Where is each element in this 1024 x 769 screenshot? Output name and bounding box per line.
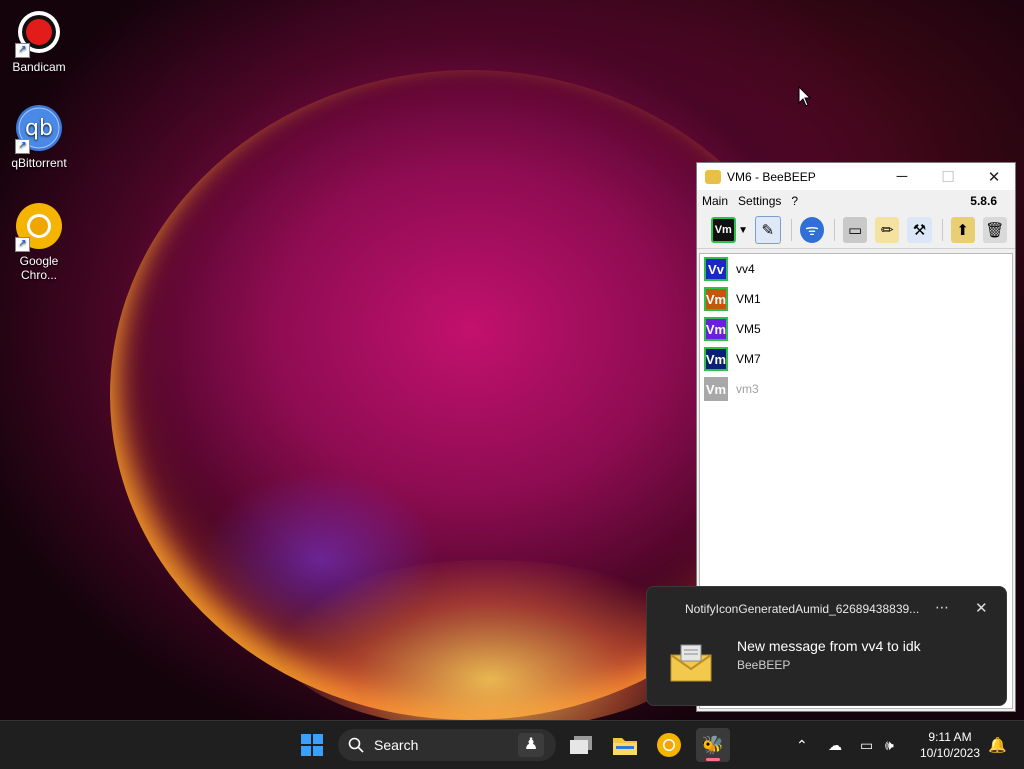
search-icon (348, 737, 364, 753)
file-explorer-button[interactable] (608, 728, 642, 762)
notification-toast[interactable]: NotifyIconGeneratedAumid_62689438839... … (646, 586, 1007, 706)
menu-settings[interactable]: Settings (733, 194, 786, 208)
network-icon[interactable]: ᯤ (799, 217, 825, 243)
user-name: VM5 (736, 322, 761, 336)
clock[interactable]: 9:11 AM 10/10/2023 (912, 729, 988, 761)
beebeep-app-icon (705, 169, 721, 184)
desktop-icon-qbittorrent[interactable]: qb ↗ qBittorrent (6, 104, 72, 170)
taskbar: Search ♟ 🐝 ⌃ ☁ ▭ 🕪 9:11 AM 10/10/2023 🔔 (0, 720, 1024, 769)
chrome-taskbar-button[interactable] (652, 728, 686, 762)
version-label: 5.8.6 (970, 194, 997, 208)
file-share-icon[interactable]: ▭ (842, 217, 868, 243)
notification-app-name: BeeBEEP (737, 658, 791, 672)
user-avatar: Vv (704, 257, 728, 281)
volume-icon[interactable]: 🕪 (885, 721, 894, 769)
user-name: vm3 (736, 382, 759, 396)
toolbar-separator (834, 219, 835, 241)
desktop-icon-bandicam[interactable]: ↗ Bandicam (6, 8, 72, 74)
minimize-button[interactable]: ─ (879, 163, 925, 190)
menu-main[interactable]: Main (697, 194, 733, 208)
user-avatar: Vm (704, 287, 728, 311)
user-avatar: Vm (704, 317, 728, 341)
user-row-vm3[interactable]: Vm vm3 (700, 374, 1012, 404)
desktop-icon-label: Bandicam (12, 60, 66, 74)
clock-time: 9:11 AM (928, 730, 972, 744)
upload-icon[interactable]: ⬆ (950, 217, 975, 243)
shortcut-arrow-icon: ↗ (15, 237, 30, 252)
windows-logo-icon (301, 734, 323, 756)
onedrive-icon[interactable]: ☁ (828, 721, 842, 769)
task-view-button[interactable] (564, 728, 598, 762)
shortcut-arrow-icon: ↗ (15, 43, 30, 58)
active-indicator (706, 758, 720, 761)
search-highlight-icon: ♟ (518, 733, 544, 757)
toolbar-separator (790, 219, 792, 241)
edit-profile-icon[interactable]: ✎ (754, 216, 781, 244)
close-button[interactable]: ✕ (971, 163, 1017, 190)
more-options-icon[interactable]: ⋯ (935, 599, 949, 616)
user-name: VM7 (736, 352, 761, 366)
user-name: vv4 (736, 262, 755, 276)
notification-source: NotifyIconGeneratedAumid_62689438839... (685, 602, 920, 616)
network-status-icon[interactable]: ▭ (860, 721, 873, 769)
beebeep-taskbar-button[interactable]: 🐝 (696, 728, 730, 762)
menu-help[interactable]: ? (786, 194, 803, 208)
clear-icon[interactable]: 🗑 (982, 217, 1008, 243)
toolbar: Vm ▼ ✎ ᯤ ▭ ✏ ⚒ ⬆ 🗑 (697, 212, 1015, 249)
user-row-vm7[interactable]: Vm VM7 (700, 344, 1012, 374)
clock-date: 10/10/2023 (919, 746, 981, 760)
shortcut-arrow-icon: ↗ (15, 139, 30, 154)
start-button[interactable] (295, 728, 329, 762)
mouse-cursor-icon (798, 86, 812, 107)
qbittorrent-icon: qb ↗ (15, 104, 63, 154)
status-badge[interactable]: Vm (711, 217, 736, 243)
user-row-vv4[interactable]: Vv vv4 (700, 254, 1012, 284)
user-avatar: Vm (704, 347, 728, 371)
svg-text:qb: qb (25, 116, 53, 141)
desktop-icon-label: qBittorrent (11, 156, 67, 170)
desktop-icon-google-chrome[interactable]: ↗ Google Chro... (6, 202, 72, 282)
folder-icon (613, 738, 637, 755)
menu-bar: Main Settings ? 5.8.6 (697, 190, 1015, 212)
chrome-icon (657, 733, 681, 757)
notification-message: New message from vv4 to idk (737, 638, 921, 654)
show-hidden-icons-icon[interactable]: ⌃ (796, 721, 808, 769)
wallpaper-bottom-glow (280, 560, 700, 720)
notification-bell-icon[interactable]: 🔔 (988, 721, 1007, 769)
chrome-icon: ↗ (15, 202, 63, 252)
window-titlebar[interactable]: VM6 - BeeBEEP ─ ☐ ✕ (697, 163, 1015, 190)
write-message-icon[interactable]: ✏ (875, 217, 900, 243)
user-row-vm5[interactable]: Vm VM5 (700, 314, 1012, 344)
task-view-icon (570, 736, 592, 754)
notification-close-icon[interactable]: ✕ (975, 599, 988, 617)
bandicam-icon: ↗ (15, 8, 63, 58)
maximize-button[interactable]: ☐ (925, 163, 971, 190)
user-row-vm1[interactable]: Vm VM1 (700, 284, 1012, 314)
tools-icon[interactable]: ⚒ (907, 217, 932, 243)
window-title: VM6 - BeeBEEP (727, 169, 816, 184)
search-box[interactable]: Search ♟ (338, 729, 556, 761)
bee-icon: 🐝 (701, 734, 725, 755)
user-name: VM1 (736, 292, 761, 306)
desktop-icon-label: Google Chro... (19, 254, 59, 282)
status-dropdown-icon[interactable]: ▼ (738, 217, 749, 243)
user-avatar: Vm (704, 377, 728, 401)
search-placeholder: Search (374, 737, 419, 753)
mail-bee-icon (669, 639, 715, 683)
toolbar-separator (941, 219, 943, 241)
